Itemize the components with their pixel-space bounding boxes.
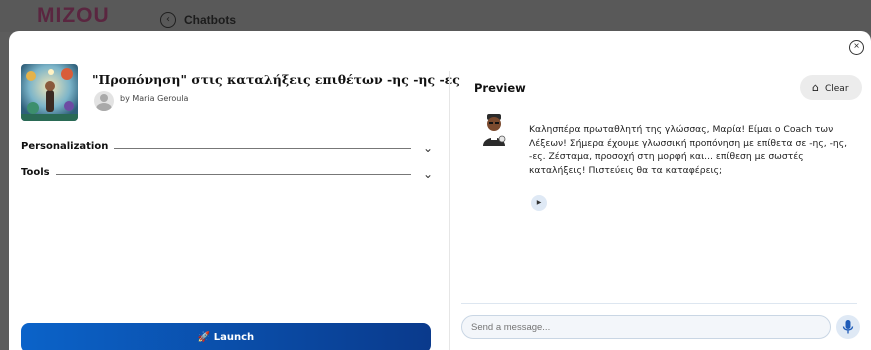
preview-title: Preview	[474, 81, 526, 95]
bot-message: Καλησπέρα πρωταθλητή της γλώσσας, Μαρία!…	[529, 124, 848, 176]
chatbot-thumbnail	[21, 64, 78, 121]
chevron-down-icon[interactable]: ⌄	[423, 167, 433, 181]
logo[interactable]: MIZOU	[37, 4, 110, 28]
clear-button[interactable]: ⌂ Clear	[800, 75, 862, 100]
section-label: Tools	[21, 167, 56, 178]
arrow-left-circle-icon[interactable]: ‹	[160, 12, 176, 28]
app-header: MIZOU ‹ Chatbots	[0, 0, 871, 32]
microphone-icon[interactable]	[836, 315, 860, 339]
author-name: by Maria Geroula	[120, 94, 189, 103]
section-label: Personalization	[21, 141, 115, 152]
author-avatar	[94, 91, 114, 111]
chevron-down-icon[interactable]: ⌄	[423, 141, 433, 155]
launch-button[interactable]: 🚀 Launch	[21, 323, 431, 350]
chatbot-modal: × "Προπόνηση" στις καταλήξεις επιθέτων -…	[9, 31, 871, 350]
chat-separator	[461, 303, 857, 304]
clear-label: Clear	[824, 84, 849, 94]
section-tools[interactable]: Tools ⌄	[21, 167, 433, 181]
section-personalization[interactable]: Personalization ⌄	[21, 141, 433, 155]
close-icon[interactable]: ×	[849, 40, 864, 55]
message-input[interactable]	[461, 315, 831, 339]
broom-icon: ⌂	[812, 81, 819, 94]
pane-divider	[449, 71, 450, 350]
play-icon[interactable]: ▶	[531, 195, 547, 211]
coach-avatar-icon	[480, 113, 508, 147]
chatbot-title: "Προπόνηση" στις καταλήξεις επιθέτων -ης…	[92, 72, 460, 87]
chatbots-link[interactable]: Chatbots	[184, 13, 236, 27]
